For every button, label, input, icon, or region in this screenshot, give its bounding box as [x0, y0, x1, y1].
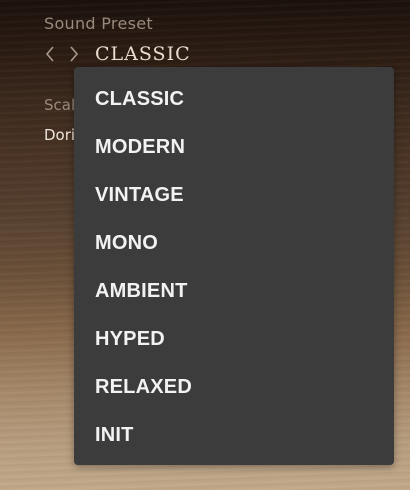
menu-item-classic[interactable]: CLASSIC	[74, 75, 394, 123]
chevron-right-icon[interactable]	[66, 44, 82, 64]
scale-label: Scale	[44, 96, 74, 114]
menu-item-mono[interactable]: MONO	[74, 219, 394, 267]
menu-item-modern[interactable]: MODERN	[74, 123, 394, 171]
menu-item-init[interactable]: INIT	[74, 411, 394, 459]
chevron-left-icon[interactable]	[42, 44, 58, 64]
menu-item-vintage[interactable]: VINTAGE	[74, 171, 394, 219]
sound-preset-value[interactable]: CLASSIC	[95, 43, 191, 65]
sound-preset-label: Sound Preset	[44, 14, 153, 33]
menu-item-ambient[interactable]: AMBIENT	[74, 267, 394, 315]
menu-item-hyped[interactable]: HYPED	[74, 315, 394, 363]
preset-dropdown-menu: CLASSIC MODERN VINTAGE MONO AMBIENT HYPE…	[74, 67, 394, 465]
scale-value[interactable]: Dorian	[44, 126, 74, 144]
menu-item-relaxed[interactable]: RELAXED	[74, 363, 394, 411]
